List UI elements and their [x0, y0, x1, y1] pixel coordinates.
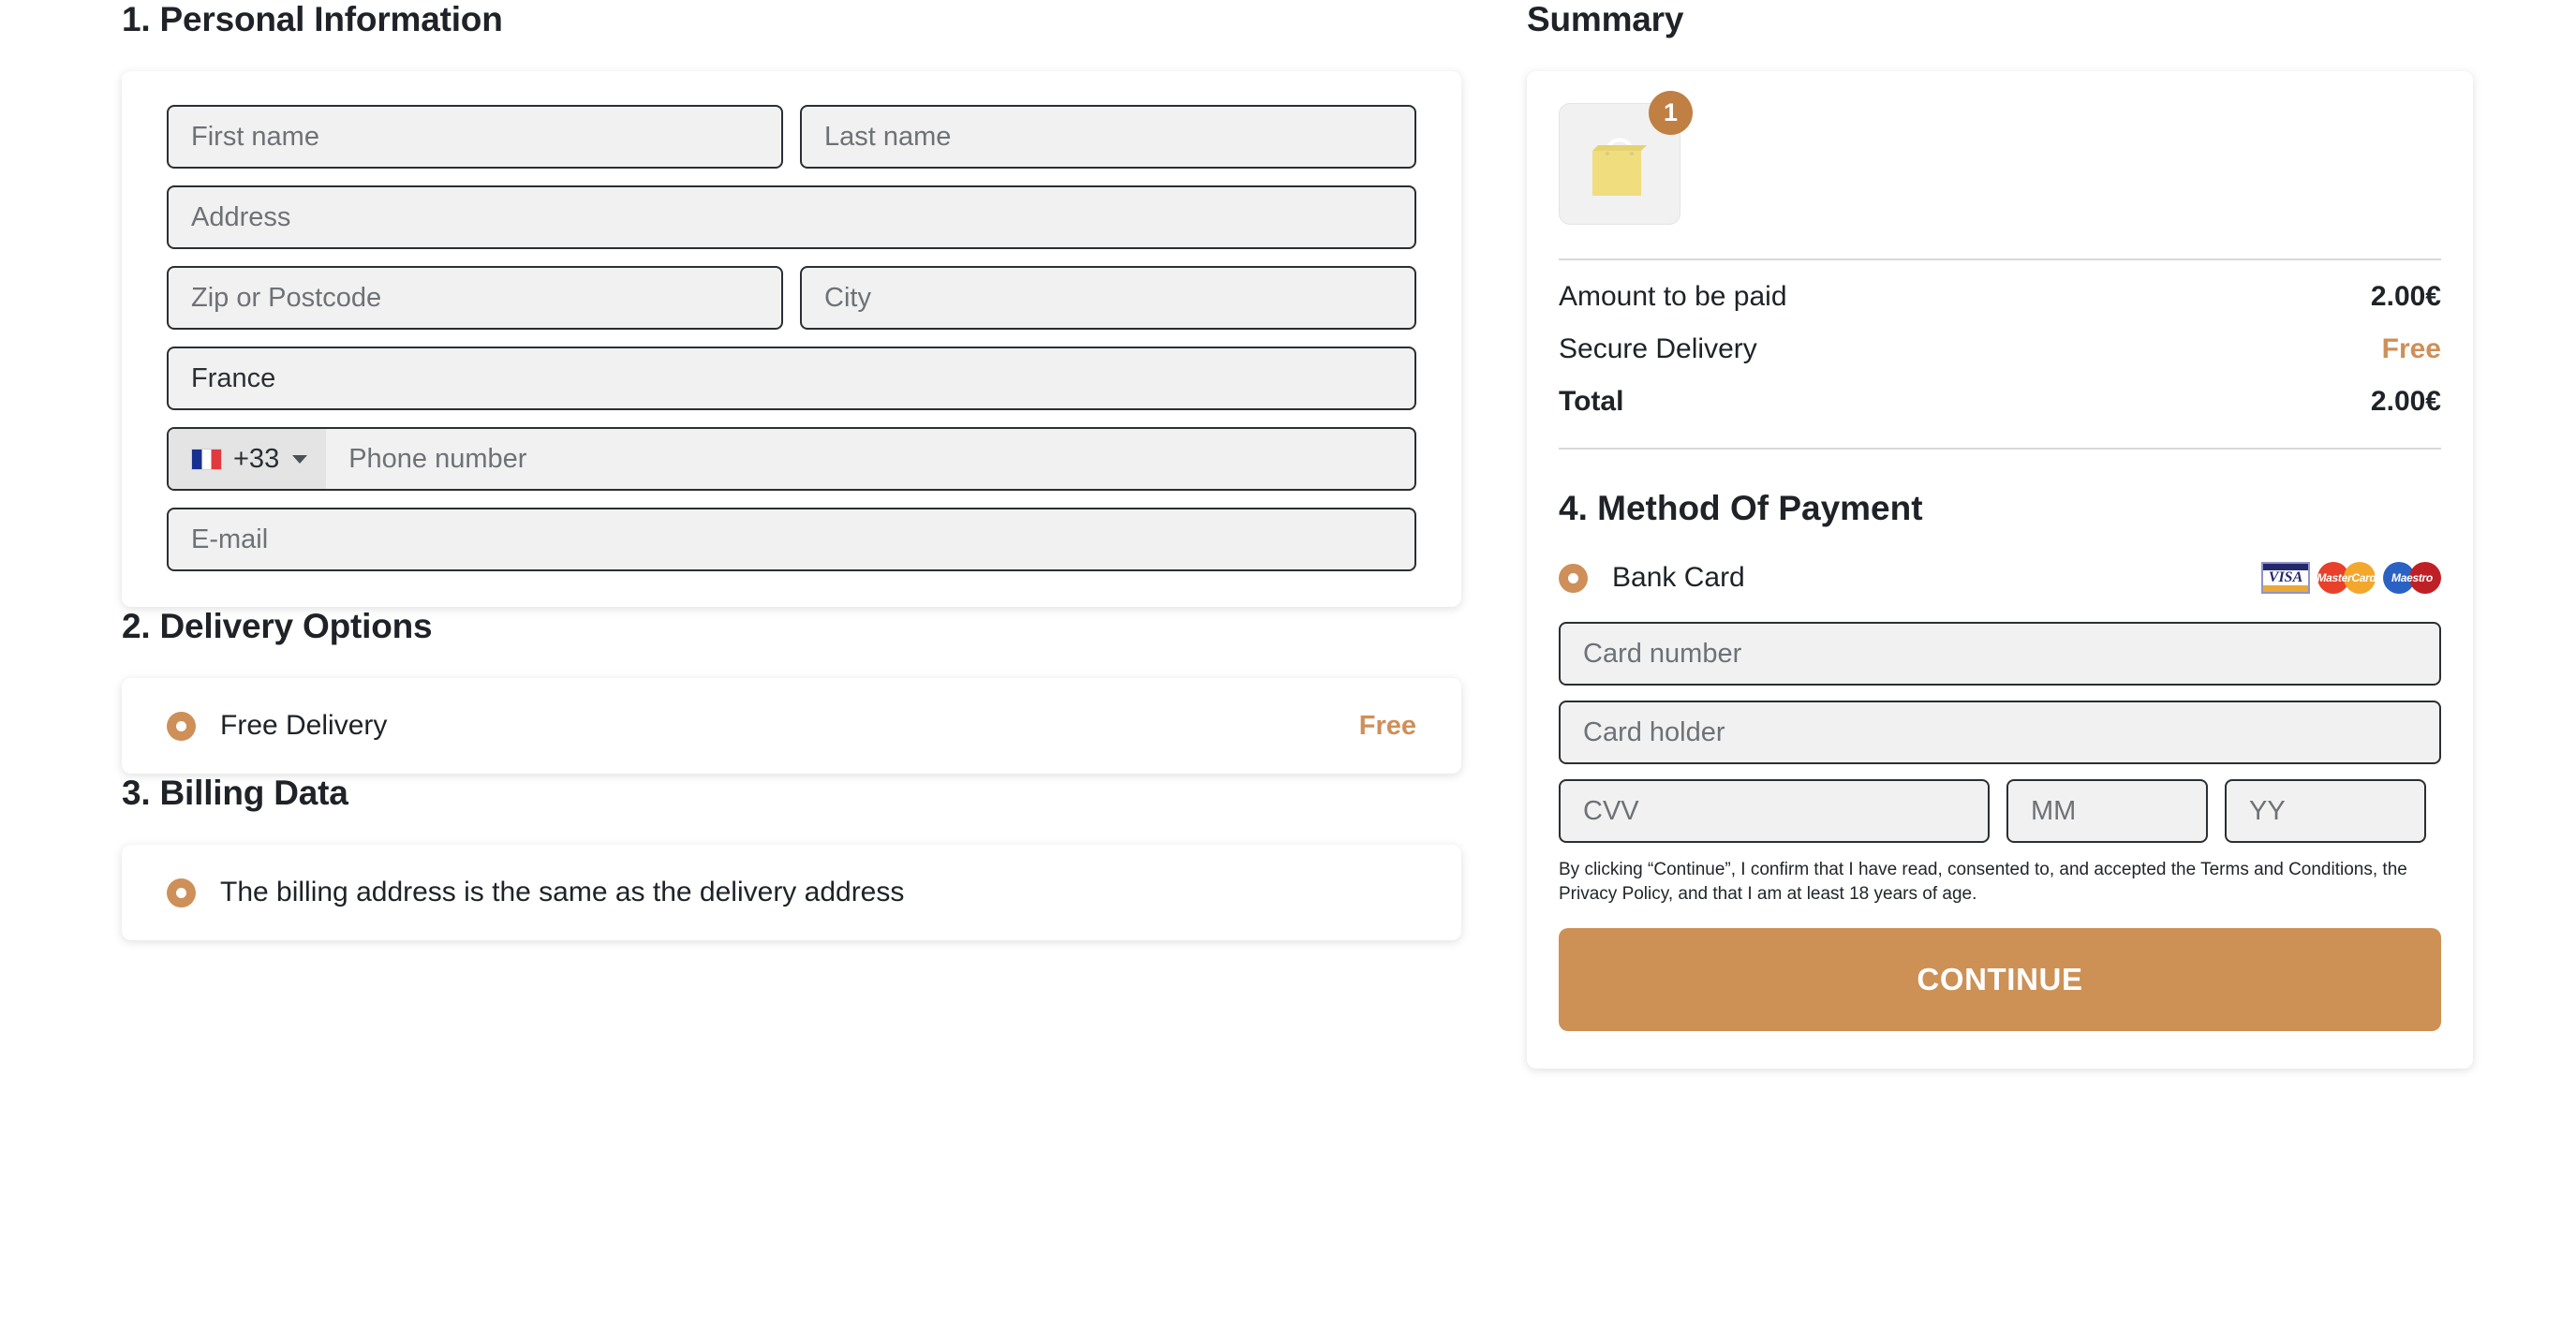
delivery-option-row[interactable]: Free Delivery Free [122, 678, 1461, 774]
radio-same-billing-address-icon[interactable] [167, 878, 196, 907]
country-row: France [167, 347, 1416, 410]
address-row: Address [167, 185, 1416, 249]
summary-row-amount: Amount to be paid 2.00€ [1559, 260, 2441, 313]
phone-number-input[interactable]: Phone number [326, 429, 1414, 489]
radio-free-delivery-icon[interactable] [167, 711, 196, 741]
chevron-down-icon [292, 454, 308, 464]
card-fields-group: Card number Card holder CVV MM YY [1559, 622, 2441, 843]
email-input[interactable]: E-mail [167, 508, 1416, 571]
card-holder-input[interactable]: Card holder [1559, 701, 2441, 764]
page-title-billing-data: 3. Billing Data [122, 774, 348, 812]
expiry-year-input[interactable]: YY [2225, 779, 2426, 843]
summary-row-total-label: Total [1559, 386, 1624, 417]
checkout-right-column: Summary 1 Amount to be paid 2.00€ Secure… [1527, 0, 2473, 1328]
cart-item-quantity-badge: 1 [1649, 91, 1693, 135]
shopping-bag-icon [1592, 138, 1647, 196]
zip-postcode-input[interactable]: Zip or Postcode [167, 266, 783, 330]
payment-method-row[interactable]: Bank Card VISA MasterCard Maestro [1559, 562, 2441, 594]
zip-city-row: Zip or Postcode City [167, 266, 1416, 330]
cvv-input[interactable]: CVV [1559, 779, 1990, 843]
payment-method-label: Bank Card [1612, 562, 1745, 593]
cart-item-thumbnail-wrapper: 1 [1559, 91, 1693, 225]
phone-row: +33 Phone number [167, 427, 1416, 491]
mastercard-icon: MasterCard [2317, 562, 2376, 594]
summary-divider-bottom [1559, 448, 2441, 450]
france-flag-icon [191, 448, 222, 470]
card-security-row: CVV MM YY [1559, 779, 2441, 843]
summary-row-total: Total 2.00€ [1559, 365, 2441, 418]
country-dial-code-selector[interactable]: +33 [169, 429, 327, 489]
checkout-page: 1. Personal Information First name Last … [0, 0, 2576, 1328]
expiry-month-input[interactable]: MM [2006, 779, 2208, 843]
checkout-left-column: 1. Personal Information First name Last … [122, 0, 1461, 1328]
terms-disclaimer-text: By clicking “Continue”, I confirm that I… [1559, 860, 2407, 904]
last-name-input[interactable]: Last name [800, 105, 1416, 169]
email-row: E-mail [167, 508, 1416, 571]
delivery-option-label: Free Delivery [220, 710, 388, 741]
card-number-row: Card number [1559, 622, 2441, 686]
summary-row-amount-value: 2.00€ [2370, 281, 2441, 312]
accepted-card-logos: VISA MasterCard Maestro [2261, 562, 2441, 594]
visa-icon-label: VISA [2268, 569, 2303, 585]
summary-row-total-value: 2.00€ [2370, 386, 2441, 417]
continue-button[interactable]: CONTINUE [1559, 928, 2441, 1032]
maestro-icon-label: Maestro [2391, 571, 2433, 584]
address-input[interactable]: Address [167, 185, 1416, 249]
billing-option-label: The billing address is the same as the d… [220, 877, 905, 907]
maestro-icon: Maestro [2383, 562, 2441, 594]
summary-row-amount-label: Amount to be paid [1559, 281, 1787, 312]
delivery-option-price: Free [1358, 710, 1416, 741]
visa-icon: VISA [2261, 562, 2310, 594]
first-name-input[interactable]: First name [167, 105, 783, 169]
country-select[interactable]: France [167, 347, 1416, 410]
page-title-summary: Summary [1527, 0, 1684, 38]
phone-field-group: +33 Phone number [167, 427, 1416, 491]
personal-information-card: First name Last name Address Zip or Post… [122, 71, 1461, 607]
summary-row-delivery-label: Secure Delivery [1559, 333, 1757, 364]
radio-bank-card-icon[interactable] [1559, 563, 1588, 593]
dial-code-label: +33 [233, 443, 280, 474]
card-number-input[interactable]: Card number [1559, 622, 2441, 686]
billing-option-row[interactable]: The billing address is the same as the d… [122, 845, 1461, 940]
summary-row-delivery: Secure Delivery Free [1559, 313, 2441, 365]
city-input[interactable]: City [800, 266, 1416, 330]
summary-row-delivery-value: Free [2381, 333, 2441, 364]
page-title-delivery-options: 2. Delivery Options [122, 607, 433, 645]
page-title-method-of-payment: 4. Method Of Payment [1559, 489, 1923, 527]
name-row: First name Last name [167, 105, 1416, 169]
page-title-personal-information: 1. Personal Information [122, 0, 503, 38]
summary-card: 1 Amount to be paid 2.00€ Secure Deliver… [1527, 71, 2473, 1070]
mastercard-icon-label: MasterCard [2317, 571, 2376, 584]
card-holder-row: Card holder [1559, 701, 2441, 764]
